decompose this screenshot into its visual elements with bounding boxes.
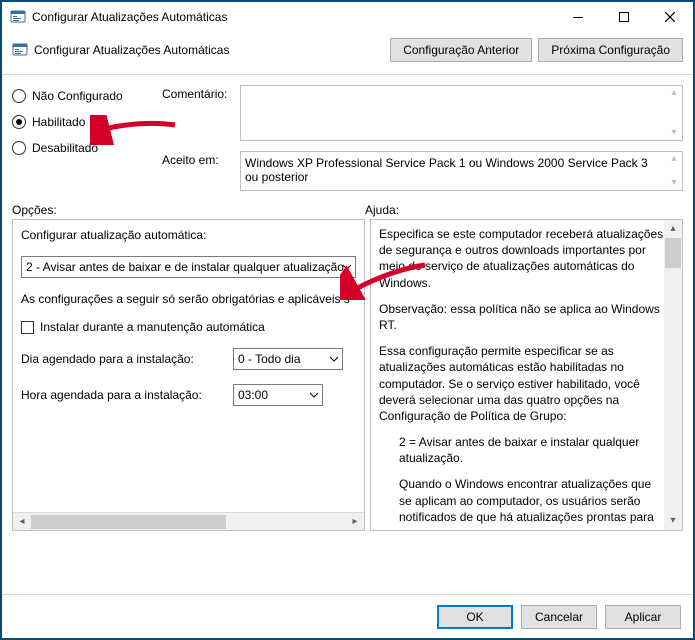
radio-icon (12, 115, 26, 129)
radio-label: Não Configurado (32, 89, 123, 103)
options-header: Opções: (12, 203, 365, 217)
dropdown-value: 2 - Avisar antes de baixar e de instalar… (26, 260, 360, 274)
help-paragraph: Essa configuração permite especificar se… (379, 343, 664, 424)
scroll-right-icon[interactable]: ▸ (346, 513, 364, 531)
supported-on-text: Windows XP Professional Service Pack 1 o… (245, 156, 678, 184)
titlebar: Configurar Atualizações Automáticas (2, 2, 693, 32)
help-pane: Especifica se este computador receberá a… (370, 219, 683, 531)
checkbox-icon (21, 321, 34, 334)
supported-label: Aceito em: (162, 151, 240, 191)
cancel-button[interactable]: Cancelar (521, 605, 597, 629)
dropdown-value: 03:00 (238, 388, 318, 402)
help-paragraph: Observação: essa política não se aplica … (379, 301, 664, 333)
window-title: Configurar Atualizações Automáticas (32, 10, 555, 24)
dropdown-value: 0 - Todo dia (238, 352, 338, 366)
radio-enabled[interactable]: Habilitado (12, 115, 162, 129)
next-setting-button[interactable]: Próxima Configuração (538, 38, 683, 62)
option-config-label: Configurar atualização automática: (21, 228, 365, 242)
radio-label: Desabilitado (32, 141, 98, 155)
policy-title: Configurar Atualizações Automáticas (34, 43, 384, 57)
close-button[interactable] (647, 2, 693, 32)
ok-button[interactable]: OK (437, 605, 513, 629)
scrollbar-icon: ▴▾ (668, 88, 680, 138)
checkbox-label: Instalar durante a manutenção automática (40, 320, 265, 334)
help-paragraph: Quando o Windows encontrar atualizações … (399, 476, 664, 524)
radio-icon (12, 141, 26, 155)
options-horizontal-scrollbar[interactable]: ◂ ▸ (13, 512, 364, 530)
apply-button[interactable]: Aplicar (605, 605, 681, 629)
policy-header: Configurar Atualizações Automáticas Conf… (2, 32, 693, 75)
scroll-thumb[interactable] (31, 515, 226, 529)
previous-setting-button[interactable]: Configuração Anterior (390, 38, 532, 62)
scroll-up-icon[interactable]: ▴ (664, 220, 682, 238)
install-day-dropdown[interactable]: 0 - Todo dia (233, 348, 343, 370)
options-pane: Configurar atualização automática: 2 - A… (12, 219, 365, 531)
install-time-label: Hora agendada para a instalação: (21, 388, 221, 402)
scroll-left-icon[interactable]: ◂ (13, 513, 31, 531)
radio-disabled[interactable]: Desabilitado (12, 141, 162, 155)
radio-icon (12, 89, 26, 103)
help-vertical-scrollbar[interactable]: ▴ ▾ (664, 220, 682, 530)
install-time-dropdown[interactable]: 03:00 (233, 384, 323, 406)
gpedit-icon (12, 42, 28, 58)
config-update-dropdown[interactable]: 2 - Avisar antes de baixar e de instalar… (21, 256, 356, 278)
dialog-footer: OK Cancelar Aplicar (2, 594, 693, 638)
install-maintenance-checkbox[interactable]: Instalar durante a manutenção automática (21, 320, 365, 334)
scrollbar-icon: ▴▾ (668, 154, 680, 188)
options-note: As configurações a seguir só serão obrig… (21, 292, 365, 306)
help-header: Ajuda: (365, 203, 683, 217)
chevron-down-icon (330, 352, 338, 366)
supported-on-box: Windows XP Professional Service Pack 1 o… (240, 151, 683, 191)
chevron-down-icon (310, 388, 318, 402)
install-day-label: Dia agendado para a instalação: (21, 352, 221, 366)
comment-label: Comentário: (162, 85, 240, 141)
chevron-down-icon (343, 260, 351, 274)
scroll-down-icon[interactable]: ▾ (664, 512, 682, 530)
help-paragraph: 2 = Avisar antes de baixar e instalar qu… (399, 434, 664, 466)
maximize-button[interactable] (601, 2, 647, 32)
gpedit-icon (10, 9, 26, 25)
radio-not-configured[interactable]: Não Configurado (12, 89, 162, 103)
minimize-button[interactable] (555, 2, 601, 32)
comment-textbox[interactable]: ▴▾ (240, 85, 683, 141)
scroll-thumb[interactable] (665, 238, 681, 268)
radio-label: Habilitado (32, 115, 85, 129)
help-paragraph: Especifica se este computador receberá a… (379, 226, 664, 291)
